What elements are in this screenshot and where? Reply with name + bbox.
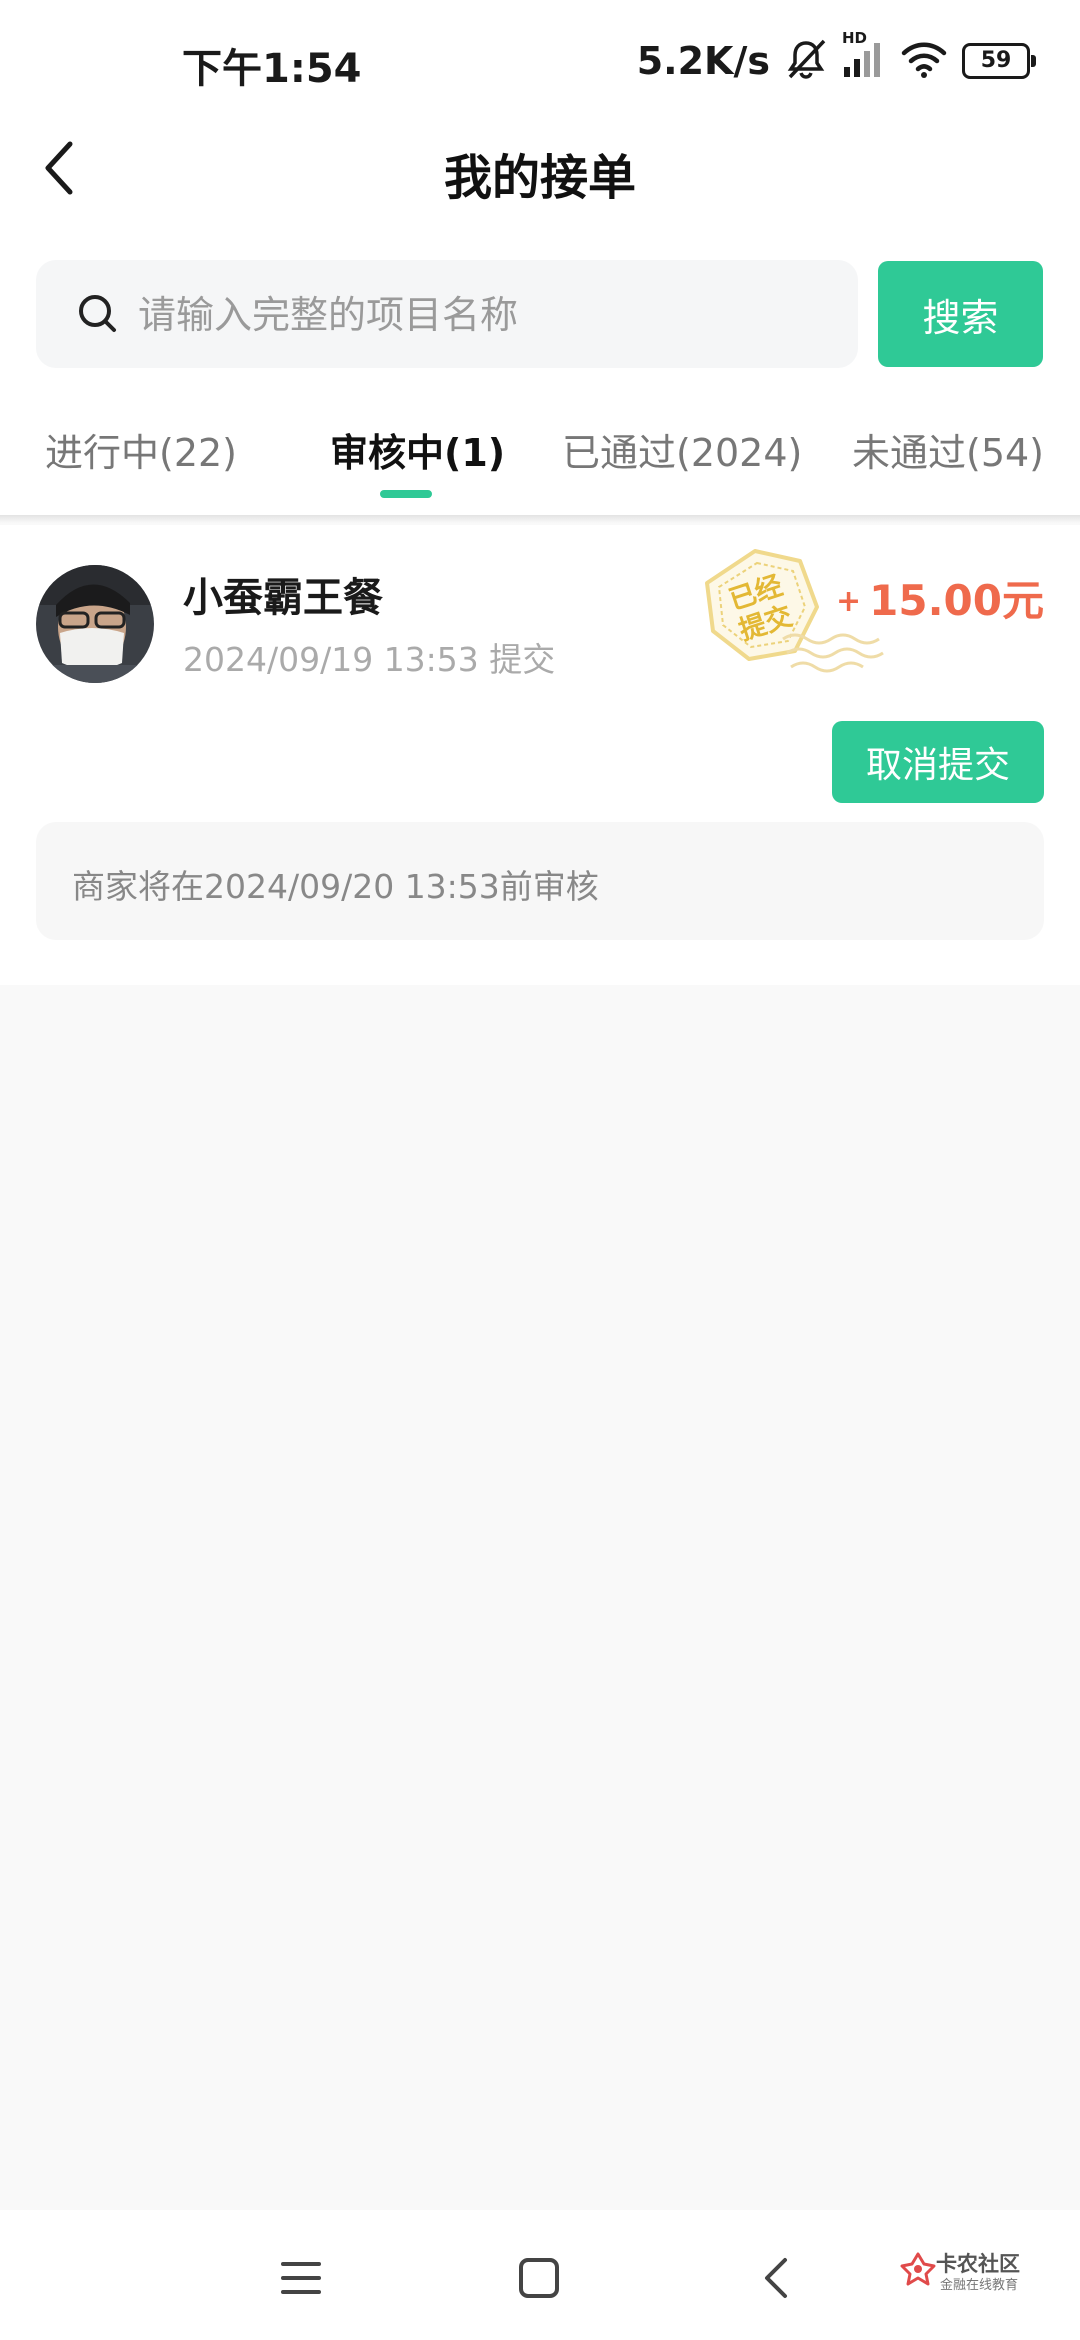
cancel-submission-button[interactable]: 取消提交 xyxy=(832,721,1044,803)
header: 我的接单 xyxy=(0,120,1080,220)
mute-bell-icon xyxy=(784,37,828,85)
tab-active-indicator xyxy=(380,490,432,498)
status-icons: 5.2K/s HD 59 xyxy=(636,29,1036,86)
signal-icon: HD xyxy=(842,29,886,83)
tab-in-progress[interactable]: 进行中(22) xyxy=(45,422,237,477)
reward-sign: + xyxy=(836,584,862,619)
tab-rejected[interactable]: 未通过(54) xyxy=(852,422,1044,477)
submit-time: 2024/09/19 13:53 提交 xyxy=(183,640,556,679)
menu-icon xyxy=(279,2258,323,2302)
battery-icon: 59 xyxy=(962,43,1036,79)
watermark-subtitle: 金融在线教育 xyxy=(940,2278,1019,2293)
item-name: 小蚕霸王餐 xyxy=(183,575,383,621)
tab-bar: 进行中(22) 审核中(1) 已通过(2024) 未通过(54) xyxy=(0,410,1080,510)
menu-button[interactable] xyxy=(271,2250,331,2310)
back-icon xyxy=(761,2256,791,2304)
system-nav-bar: 卡农社区 金融在线教育 xyxy=(0,2210,1080,2340)
search-button[interactable]: 搜索 xyxy=(878,261,1043,367)
review-note: 商家将在2024/09/20 13:53前审核 xyxy=(36,822,1044,940)
tab-under-review[interactable]: 审核中(1) xyxy=(330,422,505,477)
network-badge: HD xyxy=(842,29,868,47)
reward-value: 15.00元 xyxy=(869,576,1044,625)
wifi-icon xyxy=(900,39,948,83)
search-input[interactable] xyxy=(136,260,840,370)
tab-approved[interactable]: 已通过(2024) xyxy=(562,422,802,477)
search-box[interactable] xyxy=(36,260,858,370)
home-button[interactable] xyxy=(509,2250,569,2310)
nav-back-button[interactable] xyxy=(746,2250,806,2310)
search-icon xyxy=(74,290,122,338)
avatar xyxy=(36,565,154,683)
page-title: 我的接单 xyxy=(443,150,636,206)
review-note-text: 商家将在2024/09/20 13:53前审核 xyxy=(72,867,599,906)
status-time: 下午1:54 xyxy=(182,46,362,92)
status-bar: 下午1:54 5.2K/s HD 59 xyxy=(0,0,1080,120)
order-card[interactable]: 小蚕霸王餐 2024/09/19 13:53 提交 已经提交 +15.00元 取… xyxy=(0,525,1080,985)
tabs-divider xyxy=(0,515,1080,523)
watermark: 卡农社区 金融在线教育 xyxy=(900,2248,1050,2298)
reward-amount: +15.00元 xyxy=(836,567,1044,628)
home-square-icon xyxy=(517,2256,561,2304)
kanong-logo-icon xyxy=(900,2250,936,2286)
net-speed: 5.2K/s xyxy=(636,39,770,83)
